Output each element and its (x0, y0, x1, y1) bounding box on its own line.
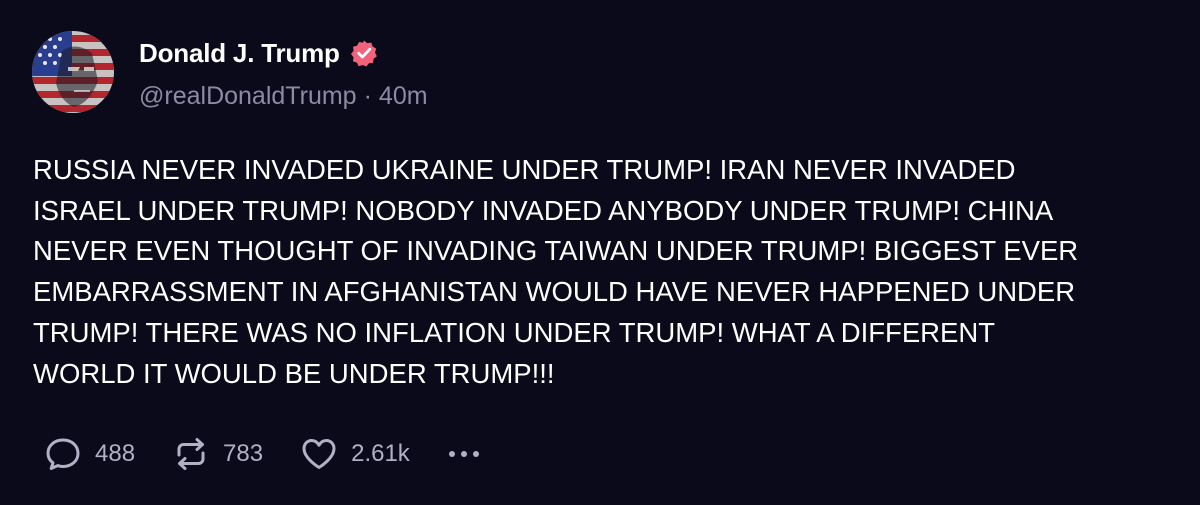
action-bar: 488 783 2.61k (43, 432, 484, 476)
author-name-row: Donald J. Trump (139, 36, 378, 70)
repost-button[interactable]: 783 (171, 434, 263, 474)
display-name[interactable]: Donald J. Trump (139, 38, 340, 69)
author-handle[interactable]: @realDonaldTrump (139, 82, 357, 110)
reply-button[interactable]: 488 (43, 434, 135, 474)
repost-count: 783 (223, 440, 264, 467)
like-button[interactable]: 2.61k (299, 434, 410, 474)
avatar-image (32, 31, 114, 113)
reply-count: 488 (95, 440, 136, 467)
separator-dot: · (363, 82, 372, 110)
post-text: RUSSIA NEVER INVADED UKRAINE UNDER TRUMP… (33, 154, 1079, 389)
more-options-button[interactable] (444, 434, 484, 474)
post-timestamp[interactable]: 40m (379, 82, 428, 110)
like-count: 2.61k (351, 440, 410, 467)
heart-icon (302, 439, 336, 469)
verified-badge-icon (350, 40, 377, 67)
repost-arrows-icon (177, 438, 205, 470)
reply-bubble-icon (46, 438, 80, 470)
avatar[interactable] (32, 31, 114, 113)
handle-row: @realDonaldTrump · 40m (139, 82, 428, 111)
more-dots-icon (448, 451, 479, 457)
post-card[interactable]: Donald J. Trump @realDonaldTrump · 40m RUS… (0, 0, 1200, 505)
